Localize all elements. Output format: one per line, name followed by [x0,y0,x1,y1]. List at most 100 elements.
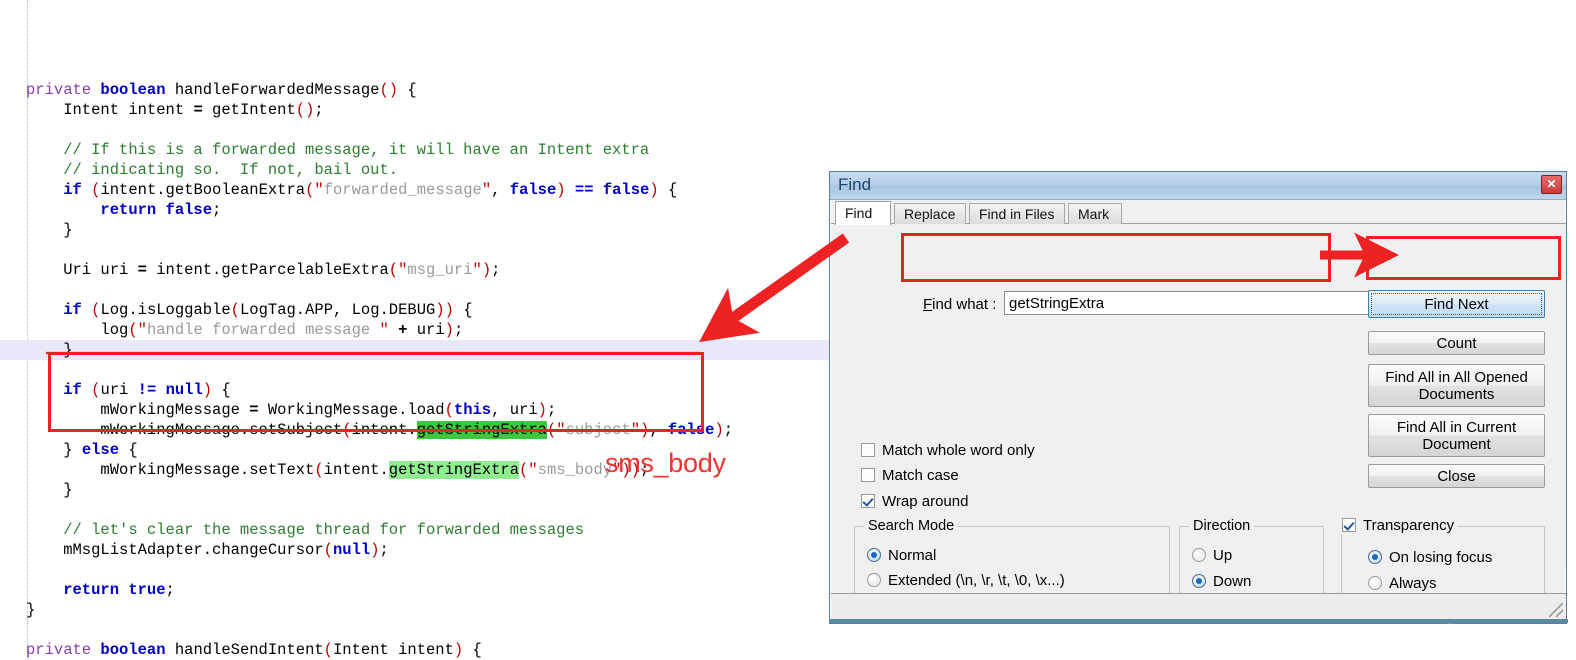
annotation-box-find-input [901,233,1331,282]
code-token: LogTag.APP, Log.DEBUG [239,301,436,319]
code-line[interactable]: if (intent.getBooleanExtra("forwarded_me… [0,180,830,200]
code-line[interactable] [0,240,830,260]
code-line[interactable]: log("handle forwarded message " + uri); [0,320,830,340]
code-token: sms_body [537,461,613,479]
find-all-opened-documents-button[interactable]: Find All in All Opened Documents [1368,364,1545,407]
direction-up-radio[interactable]: Up [1192,547,1232,564]
code-line[interactable]: Intent intent = getIntent(); [0,100,830,120]
dialog-title-bar[interactable]: Find ✕ [830,172,1566,200]
code-token: null [332,541,371,559]
code-line[interactable]: private boolean handleForwardedMessage()… [0,80,830,100]
code-token: { [119,441,138,459]
search-mode-extended-radio[interactable]: Extended (\n, \r, \t, \0, \x...) [867,572,1065,589]
code-line[interactable]: private boolean handleSendIntent(Intent … [0,640,830,660]
find-all-opened-documents-label: Find All in All Opened Documents [1385,368,1528,403]
search-mode-title: Search Mode [864,518,959,534]
code-line[interactable]: return false; [0,200,830,220]
code-token: = [137,261,147,279]
code-token: getIntent [202,101,296,119]
search-input[interactable] [1005,292,1404,314]
code-token: // If this is a forwarded message, it wi… [26,141,650,159]
tab-strip[interactable]: Find Replace Find in Files Mark [831,201,1566,225]
code-token: { [658,181,678,199]
tab-mark[interactable]: Mark [1068,203,1122,224]
code-token: " [137,321,147,339]
code-line[interactable]: } [0,220,830,240]
code-line[interactable]: // let's clear the message thread for fo… [0,520,830,540]
code-token: Uri uri [26,261,138,279]
code-line[interactable] [0,620,830,640]
transparency-checkbox[interactable]: Transparency [1339,517,1458,534]
close-icon[interactable]: ✕ [1541,175,1562,194]
transparency-always-label: Always [1389,575,1437,592]
code-token: ) [556,181,566,199]
code-token: else [81,441,120,459]
dialog-bottom-edge [830,619,1568,623]
checkbox-box [861,468,875,482]
code-token: handle forwarded message [146,321,380,339]
radio-dot-selected [867,548,881,562]
code-token: false [602,181,650,199]
code-editor[interactable]: private boolean handleForwardedMessage()… [0,0,830,660]
code-token: ; [165,581,175,599]
code-token: handleSendIntent [174,641,324,659]
dialog-status-bar [831,593,1566,619]
checkbox-box-checked [861,494,875,508]
code-token: ) [444,321,454,339]
code-token: () [295,101,315,119]
annotation-label-sms-body: sms_body [605,448,726,478]
transparency-always-radio[interactable]: Always [1368,575,1437,592]
match-whole-word-label: Match whole word only [882,442,1035,459]
code-line[interactable] [0,500,830,520]
code-token: ( [230,301,240,319]
code-token: == [574,181,594,199]
code-token: intent.getBooleanExtra [100,181,306,199]
resize-grip[interactable] [1549,603,1563,617]
wrap-around-checkbox[interactable]: Wrap around [861,493,968,510]
close-button[interactable]: Close [1368,464,1545,488]
search-mode-extended-label: Extended (\n, \r, \t, \0, \x...) [888,572,1065,589]
tab-replace[interactable]: Replace [894,203,966,224]
find-next-button[interactable]: Find Next [1368,290,1545,318]
tab-find-in-files[interactable]: Find in Files [969,203,1065,224]
code-line[interactable]: } [0,600,830,620]
find-what-label: Find what : [923,296,996,313]
code-token: false [509,181,557,199]
match-whole-word-checkbox[interactable]: Match whole word only [861,442,1035,459]
code-token: boolean [100,641,175,659]
code-line[interactable]: return true; [0,580,830,600]
code-token: ) [649,181,659,199]
find-input-wrapper[interactable] [1004,291,1405,315]
code-token: return false [26,201,213,219]
code-token: " [379,321,389,339]
direction-down-radio[interactable]: Down [1192,573,1251,590]
count-button[interactable]: Count [1368,331,1545,355]
code-token: " [472,261,482,279]
code-token: ; [314,101,324,119]
code-line[interactable]: if (Log.isLoggable(LogTag.APP, Log.DEBUG… [0,300,830,320]
code-line[interactable] [0,280,830,300]
code-line[interactable]: } [0,480,830,500]
code-line[interactable]: // If this is a forwarded message, it wi… [0,140,830,160]
code-token: mMsgListAdapter.changeCursor [26,541,324,559]
code-token: ) [453,641,464,659]
match-case-checkbox[interactable]: Match case [861,467,959,484]
close-button-label: Close [1437,467,1476,485]
tab-find[interactable]: Find [835,201,891,225]
code-line[interactable] [0,120,830,140]
code-token: forwarded_message [323,181,482,199]
annotation-box-find-next [1366,236,1561,280]
transparency-on-losing-focus-radio[interactable]: On losing focus [1368,549,1492,566]
code-line[interactable] [0,560,830,580]
search-mode-normal-radio[interactable]: Normal [867,547,936,564]
code-line[interactable]: Uri uri = intent.getParcelableExtra("msg… [0,260,830,280]
code-line[interactable]: // indicating so. If not, bail out. [0,160,830,180]
code-token: return true [26,581,166,599]
code-token: ( [305,181,315,199]
find-all-current-document-button[interactable]: Find All in Current Document [1368,414,1545,457]
code-line[interactable]: mMsgListAdapter.changeCursor(null); [0,540,830,560]
radio-dot-selected [1368,550,1382,564]
